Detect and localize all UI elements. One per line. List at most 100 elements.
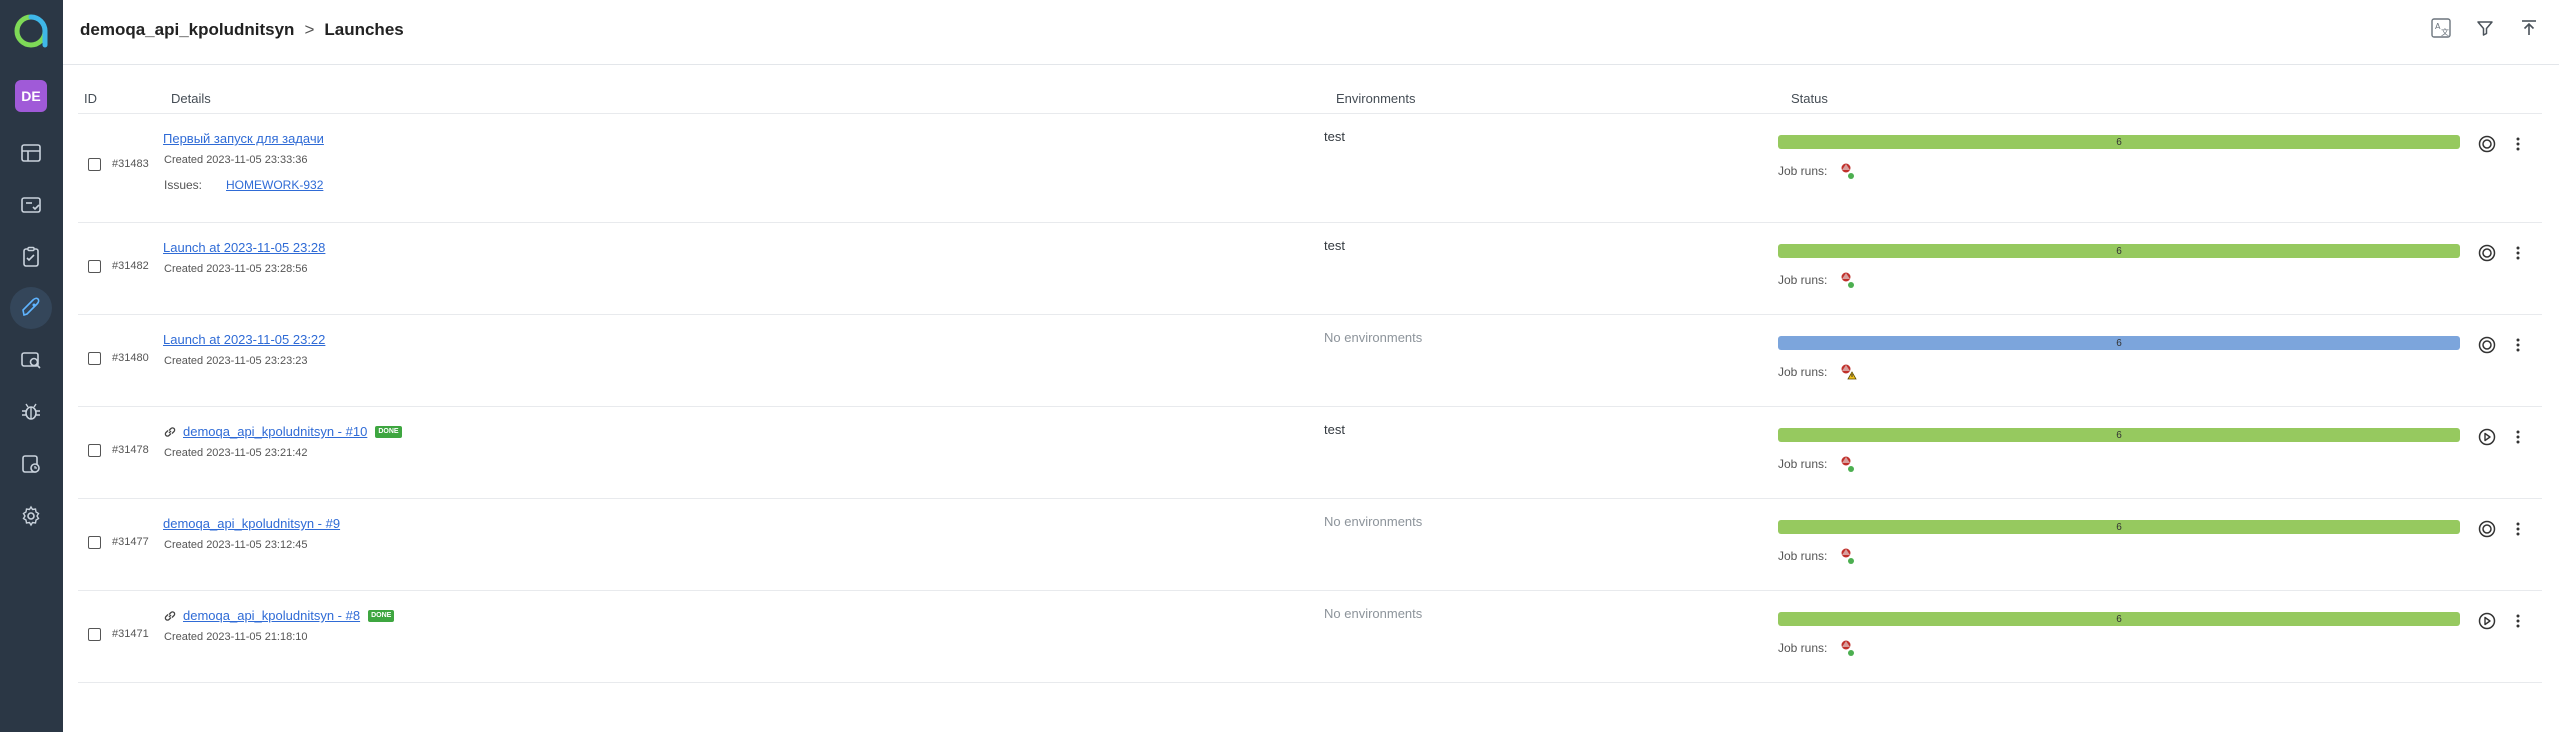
breadcrumb-separator: > <box>304 20 315 39</box>
job-runs-label: Job runs: <box>1778 365 1828 379</box>
row-checkbox[interactable] <box>88 536 101 549</box>
status-progress-bar[interactable]: 6 <box>1778 612 2460 626</box>
launch-id: #31478 <box>112 444 149 456</box>
runner-icon[interactable] <box>1839 271 1855 289</box>
row-checkbox[interactable] <box>88 444 101 457</box>
play-icon[interactable] <box>2476 610 2498 632</box>
runner-icon[interactable] <box>1839 162 1855 180</box>
dashboard-icon[interactable] <box>16 138 46 168</box>
header-actions: A文 <box>2429 16 2541 40</box>
issues: Issues: HOMEWORK-932 <box>164 178 323 192</box>
launch-title: demoqa_api_kpoludnitsyn - #8 DONE <box>163 608 395 623</box>
launch-id: #31483 <box>112 158 149 170</box>
launch-environment: No environments <box>1324 514 1423 529</box>
breadcrumb: demoqa_api_kpoludnitsyn > Launches <box>80 20 404 40</box>
row-checkbox[interactable] <box>88 260 101 273</box>
row-checkbox[interactable] <box>88 158 101 171</box>
job-runs: Job runs: <box>1778 547 1855 565</box>
runner-icon[interactable] <box>1839 639 1855 657</box>
more-options-icon[interactable] <box>2510 334 2526 356</box>
launch-name-link[interactable]: demoqa_api_kpoludnitsyn - #8 <box>183 608 360 623</box>
table-row[interactable]: #31482 Launch at 2023-11-05 23:28 Created … <box>78 223 2542 315</box>
launch-title: Launch at 2023-11-05 23:22 <box>163 332 325 347</box>
row-checkbox[interactable] <box>88 352 101 365</box>
avatar[interactable]: DE <box>15 80 47 112</box>
breadcrumb-project[interactable]: demoqa_api_kpoludnitsyn <box>80 20 294 40</box>
launch-environment: test <box>1324 238 1345 253</box>
table-row[interactable]: #31483 Первый запуск для задачи Created 20… <box>78 114 2542 223</box>
defects-icon[interactable] <box>16 397 46 427</box>
job-runs: Job runs: <box>1778 363 1858 381</box>
upload-icon[interactable] <box>2517 16 2541 40</box>
stop-icon[interactable] <box>2476 518 2498 540</box>
table-body: #31483 Первый запуск для задачи Created 20… <box>78 114 2542 683</box>
job-runs: Job runs: <box>1778 455 1855 473</box>
launch-title: Первый запуск для задачи <box>163 131 324 146</box>
jobs-icon[interactable] <box>16 449 46 479</box>
page-header: demoqa_api_kpoludnitsyn > Launches A文 <box>63 0 2559 65</box>
progress-count: 6 <box>2116 521 2122 533</box>
runner-warning-icon[interactable] <box>1839 363 1858 381</box>
launch-environment: test <box>1324 422 1345 437</box>
runner-icon[interactable] <box>1839 547 1855 565</box>
status-progress-bar[interactable]: 6 <box>1778 244 2460 258</box>
column-header-id: ID <box>84 91 97 106</box>
sidebar: DE <box>0 0 63 732</box>
more-options-icon[interactable] <box>2510 518 2526 540</box>
launch-created: Created 2023-11-05 23:28:56 <box>164 263 308 275</box>
settings-icon[interactable] <box>16 501 46 531</box>
stop-icon[interactable] <box>2476 242 2498 264</box>
status-progress-bar[interactable]: 6 <box>1778 135 2460 149</box>
test-cases-icon[interactable] <box>16 242 46 272</box>
play-icon[interactable] <box>2476 426 2498 448</box>
launch-environment: No environments <box>1324 330 1423 345</box>
app: DE demoqa_api_kpoludnitsyn > Launches A … <box>0 0 2559 732</box>
filter-icon[interactable] <box>2473 16 2497 40</box>
table-row[interactable]: #31478 demoqa_api_kpoludnitsyn - #10 DONE C… <box>78 407 2542 499</box>
launch-name-link[interactable]: Launch at 2023-11-05 23:28 <box>163 240 325 255</box>
table-row[interactable]: #31471 demoqa_api_kpoludnitsyn - #8 DONE Cr… <box>78 591 2542 683</box>
launch-environment: test <box>1324 129 1345 144</box>
status-progress-bar[interactable]: 6 <box>1778 336 2460 350</box>
launches-icon[interactable] <box>10 287 52 329</box>
job-runs-label: Job runs: <box>1778 164 1828 178</box>
launch-name-link[interactable]: Первый запуск для задачи <box>163 131 324 146</box>
link-icon <box>163 425 177 439</box>
status-progress-bar[interactable]: 6 <box>1778 520 2460 534</box>
status-progress-bar[interactable]: 6 <box>1778 428 2460 442</box>
table-row[interactable]: #31477 demoqa_api_kpoludnitsyn - #9 Create… <box>78 499 2542 591</box>
column-header-status: Status <box>1791 91 1828 106</box>
launch-title: Launch at 2023-11-05 23:28 <box>163 240 325 255</box>
test-results-icon[interactable] <box>16 190 46 220</box>
more-options-icon[interactable] <box>2510 426 2526 448</box>
launch-name-link[interactable]: demoqa_api_kpoludnitsyn - #10 <box>183 424 367 439</box>
launch-created: Created 2023-11-05 23:21:42 <box>164 447 308 459</box>
runner-icon[interactable] <box>1839 455 1855 473</box>
progress-count: 6 <box>2116 613 2122 625</box>
launch-name-link[interactable]: demoqa_api_kpoludnitsyn - #9 <box>163 516 340 531</box>
launch-created: Created 2023-11-05 23:33:36 <box>164 154 308 166</box>
allure-logo[interactable] <box>14 14 48 48</box>
page-title: Launches <box>324 20 404 39</box>
progress-count: 6 <box>2116 337 2122 349</box>
svg-text:文: 文 <box>2441 27 2449 37</box>
translate-icon[interactable]: A文 <box>2429 16 2453 40</box>
job-runs-label: Job runs: <box>1778 457 1828 471</box>
job-runs-label: Job runs: <box>1778 641 1828 655</box>
table-header: ID Details Environments Status <box>78 83 2542 114</box>
job-runs: Job runs: <box>1778 162 1855 180</box>
column-header-environments: Environments <box>1336 91 1416 106</box>
analytics-icon[interactable] <box>16 345 46 375</box>
more-options-icon[interactable] <box>2510 133 2526 155</box>
issue-link[interactable]: HOMEWORK-932 <box>226 178 323 192</box>
more-options-icon[interactable] <box>2510 242 2526 264</box>
row-checkbox[interactable] <box>88 628 101 641</box>
link-icon <box>163 609 177 623</box>
table-row[interactable]: #31480 Launch at 2023-11-05 23:22 Created … <box>78 315 2542 407</box>
launch-created: Created 2023-11-05 21:18:10 <box>164 631 308 643</box>
launch-name-link[interactable]: Launch at 2023-11-05 23:22 <box>163 332 325 347</box>
more-options-icon[interactable] <box>2510 610 2526 632</box>
column-header-details: Details <box>171 91 211 106</box>
stop-icon[interactable] <box>2476 334 2498 356</box>
stop-icon[interactable] <box>2476 133 2498 155</box>
